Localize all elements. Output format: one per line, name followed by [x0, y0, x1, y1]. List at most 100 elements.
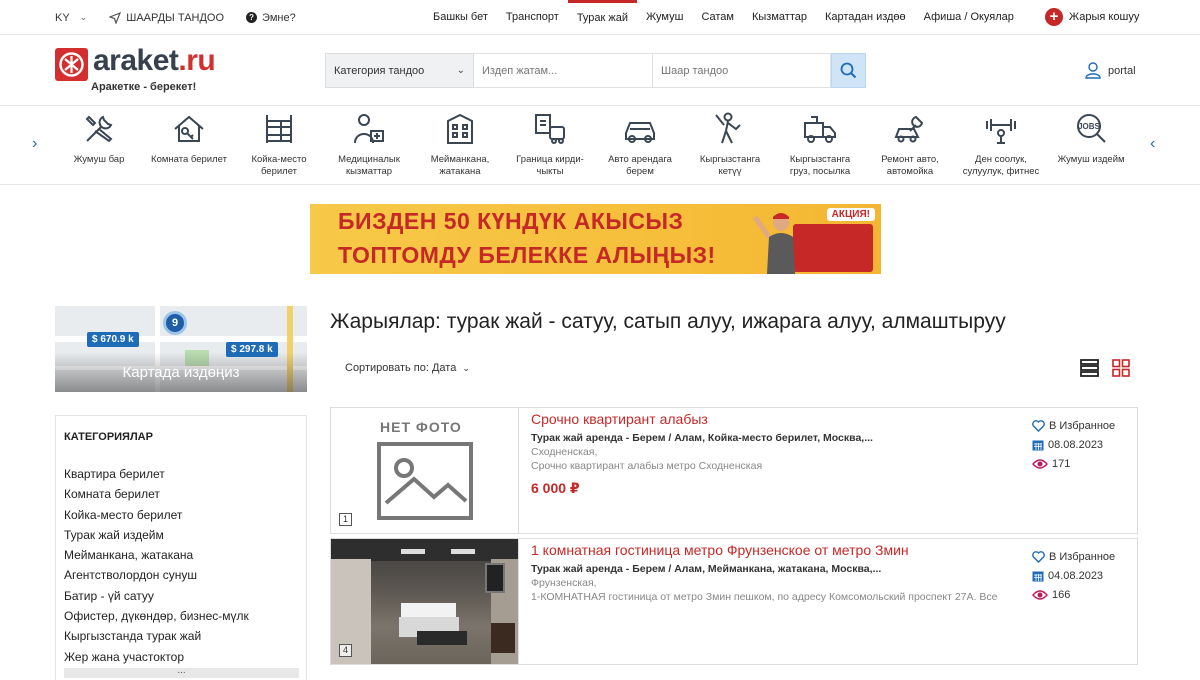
strip-category-job-offers[interactable]: Жумуш бар — [59, 107, 139, 166]
listing-meta: В Избранное 08.08.2023 171 — [1032, 416, 1115, 473]
listing-date: 04.08.2023 — [1032, 566, 1115, 585]
search-input[interactable] — [474, 53, 653, 88]
strip-category-border[interactable]: Граница кирди-чыкты — [510, 107, 590, 178]
post-ad-label: Жарыя кошуу — [1069, 11, 1140, 23]
sidebar-category-list: Квартира берилет Комната берилет Койка-м… — [64, 464, 249, 667]
sidebar-item[interactable]: Жер жана участоктор — [64, 647, 249, 667]
sidebar-show-more-button[interactable]: ... — [64, 666, 299, 678]
nav-sell[interactable]: Сатам — [692, 0, 743, 35]
nav-jobs[interactable]: Жумуш — [637, 0, 692, 35]
logo-mark-icon — [55, 48, 88, 81]
user-name: portal — [1108, 64, 1136, 77]
sidebar-item[interactable]: Турак жай издейм — [64, 525, 249, 545]
map-price-pin[interactable]: $ 297.8 k — [226, 342, 278, 357]
nav-home[interactable]: Башкы бет — [424, 0, 497, 35]
language-select[interactable]: KY ⌄ — [55, 12, 87, 24]
nav-services[interactable]: Кызматтар — [743, 0, 816, 35]
nav-housing[interactable]: Турак жай — [567, 0, 638, 35]
help-link[interactable]: ? Эмне? — [246, 12, 296, 24]
sidebar-item[interactable]: Офистер, дүкөндөр, бизнес-мүлк — [64, 606, 249, 626]
photo-count: 4 — [339, 644, 352, 657]
banner-line-2: ТОПТОМДУ БЕЛЕККЕ АЛЫҢЫЗ! — [338, 242, 716, 268]
listing-card[interactable]: 4 1 комнатная гостиница метро Фрунзенско… — [330, 538, 1138, 665]
sort-select[interactable]: Сортировать по: Дата ⌄ — [345, 362, 470, 374]
logo-slogan: Аракетке - берекет! — [91, 81, 197, 93]
grid-view-icon[interactable] — [1112, 359, 1130, 377]
strip-category-fitness[interactable]: Ден соолук, сулуулук, фитнес — [961, 107, 1041, 178]
strip-category-medical[interactable]: Медициналык кызматтар — [329, 107, 409, 178]
nav-events[interactable]: Афиша / Окуялар — [915, 0, 1023, 35]
listing-title[interactable]: 1 комнатная гостиница метро Фрунзенское … — [531, 542, 909, 558]
listing-thumbnail[interactable]: НЕТ ФОТО 1 — [331, 408, 519, 533]
city-select-link[interactable]: ШААРДЫ ТАНДОО — [109, 11, 224, 24]
list-view-icon[interactable] — [1080, 359, 1099, 377]
listing-title[interactable]: Срочно квартирант алабыз — [531, 411, 708, 427]
eye-icon — [1032, 589, 1048, 600]
sort-label: Сортировать по: Дата — [345, 362, 457, 374]
sidebar-item[interactable]: Кыргызстанда турак жай — [64, 626, 249, 646]
language-label: KY — [55, 11, 70, 24]
sidebar-item[interactable]: Комната берилет — [64, 484, 249, 504]
date-label: 04.08.2023 — [1048, 569, 1104, 582]
map-cluster-marker[interactable]: 9 — [163, 311, 187, 335]
nav-transport[interactable]: Транспорт — [497, 0, 568, 35]
strip-category-label: Жумуш издейм — [1057, 154, 1125, 165]
listing-views: 166 — [1032, 585, 1115, 604]
eye-icon — [1032, 458, 1048, 469]
strip-category-hotel[interactable]: Мейманкана, жатакана — [420, 107, 500, 178]
promo-banner[interactable]: БИЗДЕН 50 КҮНДҮК АКЫСЫЗ ТОПТОМДУ БЕЛЕККЕ… — [310, 204, 881, 274]
search-form: Категория тандоо ⌄ — [325, 53, 866, 88]
chevron-right-icon[interactable]: › — [32, 135, 37, 153]
sidebar-item[interactable]: Агентстволордон сунуш — [64, 565, 249, 585]
chevron-left-icon[interactable]: ‹ — [1150, 135, 1155, 153]
strip-category-cargo[interactable]: Кыргызстанга груз, посылка — [780, 107, 860, 178]
image-placeholder-icon — [377, 442, 473, 520]
sidebar-item[interactable]: Батир - үй сатуу — [64, 586, 249, 606]
listing-description: Срочно квартирант алабыз метро Сходненск… — [531, 460, 763, 472]
listing-thumbnail[interactable]: 4 — [331, 539, 519, 664]
heart-icon — [1032, 419, 1045, 432]
listing-views: 171 — [1032, 454, 1115, 473]
favorite-label: В Избранное — [1049, 419, 1116, 432]
sidebar-item[interactable]: Койка-место берилет — [64, 505, 249, 525]
header: araket.ru Аракетке - берекет! Категория … — [0, 36, 1200, 106]
favorite-button[interactable]: В Избранное — [1032, 416, 1115, 435]
strip-category-label: Кыргызстанга кетүү — [699, 154, 761, 177]
category-select[interactable]: Категория тандоо ⌄ — [325, 53, 474, 88]
hotel-icon — [447, 113, 473, 144]
room-photo — [331, 539, 518, 664]
city-input[interactable] — [653, 53, 831, 88]
heart-icon — [1032, 550, 1045, 563]
calendar-icon — [1032, 440, 1044, 450]
banner-line-1: БИЗДЕН 50 КҮНДҮК АКЫСЫЗ — [338, 208, 684, 234]
sidebar-item[interactable]: Мейманкана, жатакана — [64, 545, 249, 565]
strip-category-car-repair[interactable]: Ремонт авто, автомойка — [870, 107, 950, 178]
map-price-pin[interactable]: $ 670.9 k — [87, 332, 139, 347]
listing-meta: В Избранное 04.08.2023 166 — [1032, 547, 1115, 604]
banner-badge: АКЦИЯ! — [826, 208, 875, 221]
sidebar-item[interactable]: Квартира берилет — [64, 464, 249, 484]
post-ad-button[interactable]: + Жарыя кошуу — [1045, 8, 1139, 26]
listing-categories[interactable]: Турак жай аренда - Берем / Алам, Мейманк… — [531, 563, 881, 575]
strip-category-label: Кыргызстанга груз, посылка — [789, 154, 851, 177]
search-button[interactable] — [831, 53, 866, 88]
strip-category-go-kyrgyzstan[interactable]: Кыргызстанга кетүү — [690, 107, 770, 178]
map-search-label[interactable]: Картада издөңиз — [55, 364, 307, 381]
nav-map-search[interactable]: Картадан издөө — [816, 0, 915, 35]
site-logo[interactable]: araket.ru Аракетке - берекет! — [55, 44, 225, 101]
strip-category-car-rent[interactable]: Авто арендага берем — [600, 107, 680, 178]
strip-category-label: Медициналык кызматтар — [338, 154, 400, 177]
category-select-label: Категория тандоо — [334, 64, 425, 77]
strip-category-job-search[interactable]: JOBS Жумуш издейм — [1051, 107, 1131, 166]
user-menu[interactable]: portal — [1085, 62, 1136, 79]
strip-category-label: Комната берилет — [151, 154, 227, 165]
strip-category-bed[interactable]: Койка-место берилет — [239, 107, 319, 178]
listing-categories[interactable]: Турак жай аренда - Берем / Алам, Койка-м… — [531, 432, 873, 444]
views-label: 166 — [1052, 588, 1071, 601]
svg-text:JOBS: JOBS — [1078, 122, 1100, 131]
favorite-button[interactable]: В Избранное — [1032, 547, 1115, 566]
strip-category-label: Граница кирди-чыкты — [516, 154, 584, 177]
strip-category-room[interactable]: Комната берилет — [149, 107, 229, 166]
sidebar-categories: КАТЕГОРИЯЛАР Квартира берилет Комната бе… — [55, 415, 307, 680]
listing-card[interactable]: НЕТ ФОТО 1 Срочно квартирант алабыз Тура… — [330, 407, 1138, 534]
